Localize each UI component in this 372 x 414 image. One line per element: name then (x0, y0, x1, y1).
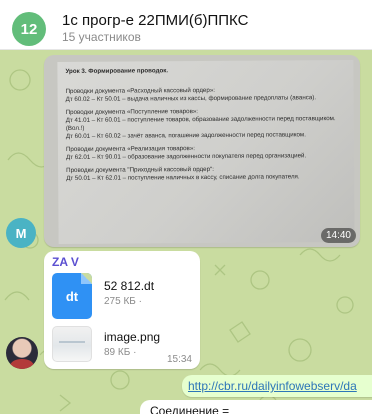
message-time: 14:40 (320, 228, 356, 243)
chat-title: 1с прогр-е 22ПМИ(б)ППКС (62, 12, 249, 29)
image-thumbnail[interactable] (52, 326, 92, 362)
document-photo[interactable]: Урок 3. Формирование проводок. Проводки … (57, 59, 355, 245)
url-link[interactable]: http://cbr.ru/dailyinfowebserv/da (188, 379, 357, 393)
doc-heading: Урок 3. Формирование проводок. (65, 67, 169, 75)
text-message[interactable]: Соединение = (140, 400, 372, 414)
user-avatar[interactable] (6, 337, 38, 369)
sender-name[interactable]: ZA V (52, 255, 79, 269)
file-message[interactable]: ZA V dt 52 812.dt 275 КБ · image.png 89 … (44, 251, 200, 369)
group-avatar[interactable]: 12 (12, 12, 46, 46)
photo-message[interactable]: Урок 3. Формирование проводок. Проводки … (44, 55, 360, 247)
file-size: 275 КБ · (104, 296, 142, 307)
chat-header[interactable]: 12 1с прогр-е 22ПМИ(б)ППКС 15 участников (0, 0, 372, 50)
doc-line: Дт 50.01 – Кт 62.01 – поступление наличн… (66, 173, 300, 182)
file-size: 89 КБ · (104, 347, 137, 358)
file-name[interactable]: image.png (104, 330, 160, 344)
chat-member-count: 15 участников (62, 30, 141, 44)
link-message[interactable]: http://cbr.ru/dailyinfowebserv/da (182, 375, 372, 397)
file-name[interactable]: 52 812.dt (104, 279, 154, 293)
message-time: 15:34 (166, 354, 192, 365)
file-icon[interactable]: dt (52, 273, 92, 319)
message-text: Соединение = (150, 404, 230, 414)
sender-avatar[interactable]: M (6, 218, 36, 248)
